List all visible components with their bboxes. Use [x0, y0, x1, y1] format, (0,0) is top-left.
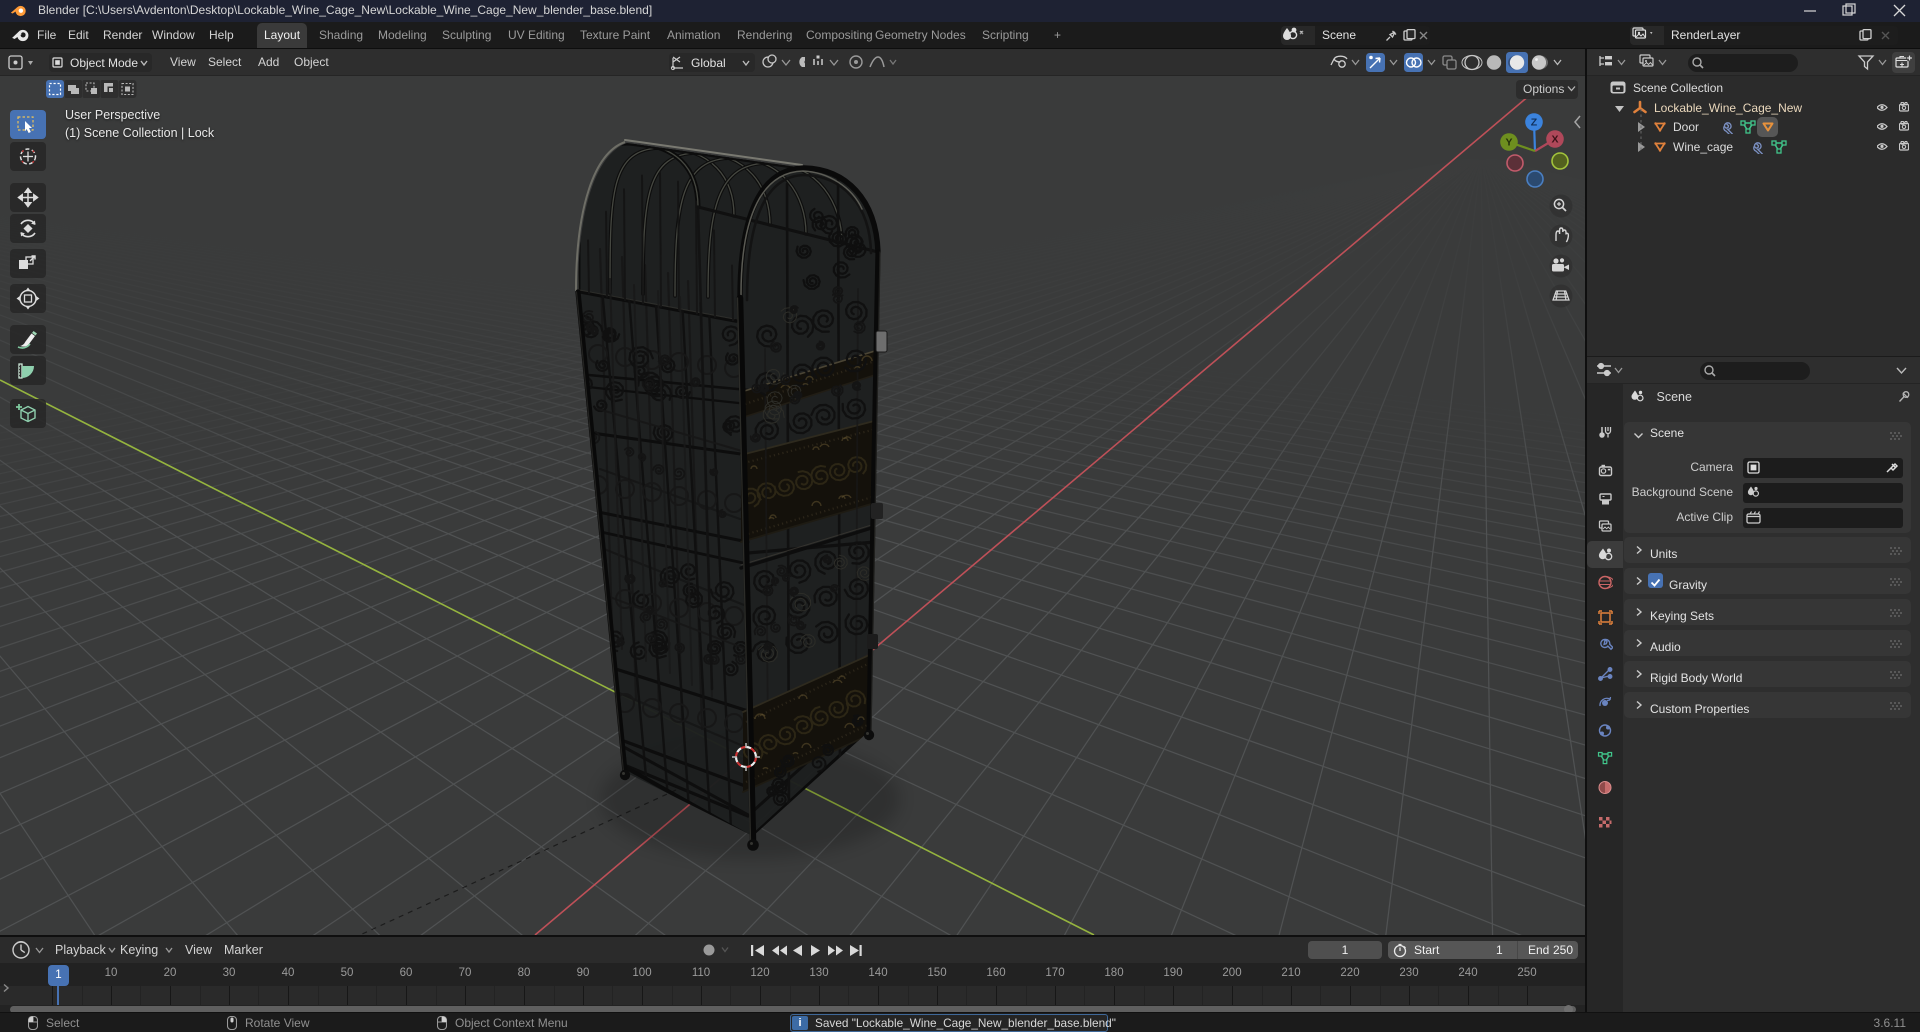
svg-text:X: X	[1551, 134, 1558, 146]
svg-text:Y: Y	[1505, 137, 1512, 149]
svg-text:Z: Z	[1531, 117, 1538, 129]
